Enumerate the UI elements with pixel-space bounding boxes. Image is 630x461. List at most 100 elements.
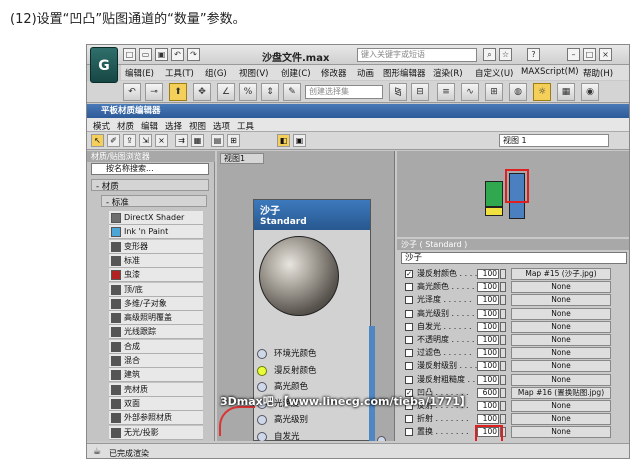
material-name-input[interactable]: 沙子 (401, 252, 627, 264)
new-file-icon[interactable]: □ (123, 48, 136, 61)
nav-view-rect[interactable] (505, 169, 529, 203)
map-enable-checkbox[interactable] (405, 428, 413, 437)
align-icon[interactable]: ⊟ (411, 83, 429, 101)
group-standard[interactable]: - 标准 (101, 195, 207, 208)
map-amount-input[interactable]: 100 (477, 414, 499, 425)
map-amount-input[interactable]: 100 (477, 295, 499, 306)
output-socket[interactable] (377, 436, 386, 441)
select-move-icon[interactable]: ✥ (193, 83, 211, 101)
delete-icon[interactable]: × (155, 134, 168, 147)
map-enable-checkbox[interactable] (405, 309, 413, 318)
map-slot-button[interactable]: None (511, 360, 611, 373)
map-enable-checkbox[interactable] (405, 322, 413, 331)
menu-customize[interactable]: 自定义(U) (475, 67, 513, 79)
maximize-icon[interactable]: □ (583, 48, 596, 61)
map-slot-button[interactable]: None (511, 413, 611, 426)
node-slot[interactable]: 环境光颜色 (254, 346, 372, 362)
slot-socket-icon[interactable] (257, 349, 267, 359)
render-setup-icon[interactable]: ☼ (533, 83, 551, 101)
amount-spinner[interactable] (500, 321, 506, 332)
material-type-item[interactable]: 无光/投影 (109, 425, 203, 440)
amount-spinner[interactable] (500, 295, 506, 306)
map-amount-input[interactable]: 100 (477, 321, 499, 332)
map-slot-button[interactable]: None (511, 307, 611, 320)
map-slot-button[interactable]: Map #15 (沙子.jpg) (511, 268, 611, 280)
link-button[interactable]: ⊸ (145, 83, 163, 101)
view-tab[interactable]: 视图1 (220, 153, 264, 164)
amount-spinner[interactable] (500, 361, 506, 372)
map-amount-input[interactable]: 100 (477, 335, 499, 345)
menu-group[interactable]: 组(G) (205, 67, 227, 79)
schematic-view-icon[interactable]: ⊞ (485, 83, 503, 101)
show-map-icon[interactable]: ▦ (191, 134, 204, 147)
browser-search-input[interactable]: 按名称搜索... (91, 163, 209, 175)
material-type-item[interactable]: Ink 'n Paint (109, 225, 203, 240)
slate-menu-options[interactable]: 选项 (213, 120, 230, 132)
map-amount-input[interactable]: 100 (477, 308, 499, 319)
parameter-editor-icon[interactable]: ▣ (293, 134, 306, 147)
map-slot-button[interactable]: None (511, 294, 611, 307)
map-enable-checkbox[interactable] (405, 283, 413, 292)
open-file-icon[interactable]: ▭ (139, 48, 152, 61)
map-amount-input[interactable]: 600 (477, 387, 499, 398)
menu-create[interactable]: 创建(C) (281, 67, 311, 79)
amount-spinner[interactable] (500, 282, 506, 293)
view-select-dropdown[interactable]: 视图 1 (499, 134, 609, 147)
map-amount-input[interactable]: 100 (477, 374, 499, 385)
material-map-navigator-icon[interactable]: ◧ (277, 134, 290, 147)
redo-icon[interactable]: ↷ (187, 48, 200, 61)
amount-spinner[interactable] (500, 374, 506, 385)
render-icon[interactable]: ◉ (581, 83, 599, 101)
material-type-item[interactable]: 混合 (109, 354, 203, 368)
amount-spinner[interactable] (500, 414, 506, 425)
slate-menu-select[interactable]: 选择 (165, 120, 182, 132)
material-editor-icon[interactable]: ◍ (509, 83, 527, 101)
amount-spinner[interactable] (500, 387, 506, 398)
put-to-scene-icon[interactable]: ⇪ (123, 134, 136, 147)
close-icon[interactable]: × (599, 48, 612, 61)
material-type-item[interactable]: 虫漆 (109, 268, 203, 283)
menu-graph-editors[interactable]: 图形编辑器 (383, 67, 426, 79)
map-slot-button[interactable]: None (511, 347, 611, 360)
node-slot[interactable]: 高光级别 (254, 412, 372, 428)
curve-editor-icon[interactable]: ∿ (461, 83, 479, 101)
undo-icon[interactable]: ↶ (171, 48, 184, 61)
menu-rendering[interactable]: 渲染(R) (433, 67, 463, 79)
amount-spinner[interactable] (500, 308, 506, 319)
map-enable-checkbox[interactable] (405, 336, 413, 344)
angle-snap-icon[interactable]: ∠ (217, 83, 235, 101)
rendered-frame-icon[interactable]: ▦ (557, 83, 575, 101)
select-tool-icon[interactable]: ↖ (91, 134, 104, 147)
layer-manager-icon[interactable]: ≡ (437, 83, 455, 101)
map-slot-button[interactable]: None (511, 334, 611, 346)
map-slot-button[interactable]: Map #16 (置换贴图.jpg) (511, 386, 611, 399)
material-type-item[interactable]: 变形器 (109, 239, 203, 254)
map-slot-button[interactable]: None (511, 400, 611, 412)
menu-edit[interactable]: 编辑(E) (125, 67, 154, 79)
slate-menu-tools[interactable]: 工具 (237, 120, 254, 132)
map-amount-input[interactable]: 100 (477, 269, 499, 279)
map-enable-checkbox[interactable] (405, 375, 413, 384)
amount-spinner[interactable] (500, 401, 506, 411)
material-type-item[interactable]: 多维/子对象 (109, 296, 203, 311)
material-type-item[interactable]: 标准 (109, 253, 203, 268)
amount-spinner[interactable] (500, 269, 506, 279)
binoculars-icon[interactable]: ⌕ (483, 48, 496, 61)
help-icon[interactable]: ? (527, 48, 540, 61)
slate-menu-edit[interactable]: 编辑 (141, 120, 158, 132)
node-slot[interactable]: 漫反射颜色 (254, 363, 372, 379)
mirror-icon[interactable]: ⧎ (389, 83, 407, 101)
search-input[interactable]: 键入关键字或短语 (357, 48, 477, 62)
material-type-item[interactable]: 建筑 (109, 368, 203, 383)
slot-socket-icon[interactable] (257, 431, 267, 441)
map-slot-button[interactable]: None (511, 281, 611, 294)
map-enable-checkbox[interactable] (405, 415, 413, 424)
slate-menu-mode[interactable]: 模式 (93, 120, 110, 132)
menu-help[interactable]: 帮助(H) (583, 67, 613, 79)
slot-socket-icon[interactable] (257, 365, 267, 376)
map-amount-input[interactable]: 100 (477, 361, 499, 372)
spinner-snap-icon[interactable]: ⇕ (261, 83, 279, 101)
menu-tools[interactable]: 工具(T) (165, 67, 194, 79)
amount-spinner[interactable] (500, 348, 506, 359)
app-logo-icon[interactable]: G (90, 47, 118, 83)
